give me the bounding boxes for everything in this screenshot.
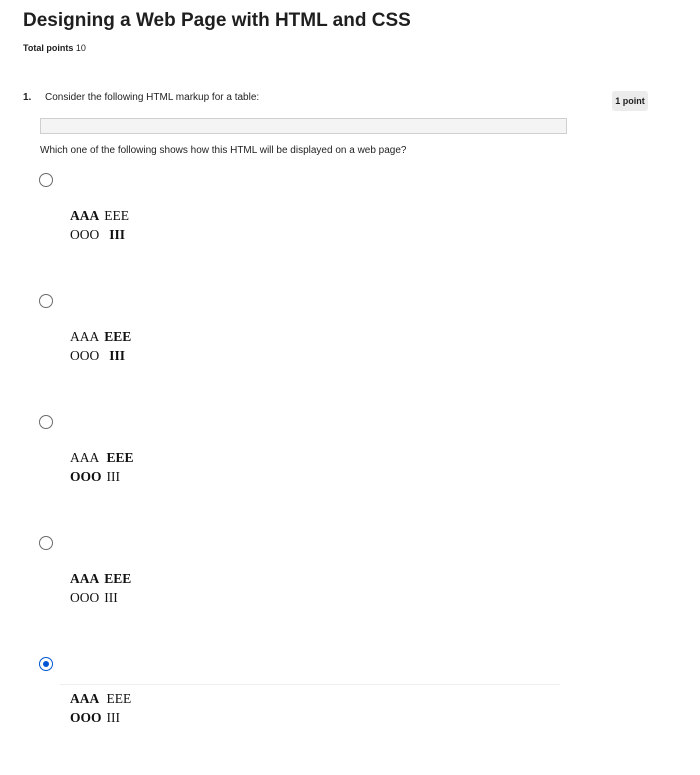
option-3-table: AAA EEE OOO III [70,448,139,486]
option-2-cell-ooo: OOO [70,348,100,363]
option-4-table: AAA EEE OOO III [70,569,136,607]
option-4-radio[interactable] [39,536,53,550]
option-3-cell-iii: III [106,469,121,484]
page-title: Designing a Web Page with HTML and CSS [23,10,411,31]
option-5-cell-eee: EEE [106,691,132,706]
option-5-cell-ooo: OOO [70,710,102,725]
option-2-cell-eee: EEE [104,329,132,344]
option-2-radio[interactable] [39,294,53,308]
option-5-table: AAA EEE OOO III [70,689,136,727]
question-number: 1. [23,92,32,103]
option-4-cell-aaa: AAA [70,571,100,586]
option-4-cell-ooo: OOO [70,590,100,605]
total-points-label: Total points [23,43,74,53]
option-2-table: AAA EEE OOO III [70,327,136,365]
option-5-cell-aaa: AAA [70,691,100,706]
option-3-cell-aaa: AAA [70,450,100,465]
option-2-cell-iii: III [109,348,126,363]
option-2-cell-aaa: AAA [70,329,100,344]
option-4-cell-iii: III [104,590,118,605]
option-3-radio[interactable] [39,415,53,429]
option-1-cell-iii: III [109,227,126,242]
question-subprompt: Which one of the following shows how thi… [40,145,407,156]
html-code-block [40,118,567,134]
option-3-cell-eee: EEE [106,450,134,465]
option-1-cell-aaa: AAA [70,208,100,223]
option-3-cell-ooo: OOO [70,469,102,484]
option-1-table: AAA EEE OOO III [70,206,134,244]
option-5-cell-iii: III [106,710,121,725]
option-divider [60,684,560,685]
total-points: Total points 10 [23,43,86,53]
question-prompt: Consider the following HTML markup for a… [45,92,260,103]
points-badge: 1 point [612,91,648,111]
option-4-cell-eee: EEE [104,571,132,586]
option-1-radio[interactable] [39,173,53,187]
option-1-cell-ooo: OOO [70,227,100,242]
option-5-radio[interactable] [39,657,53,671]
option-1-cell-eee: EEE [104,208,129,223]
total-points-value: 10 [75,43,86,53]
